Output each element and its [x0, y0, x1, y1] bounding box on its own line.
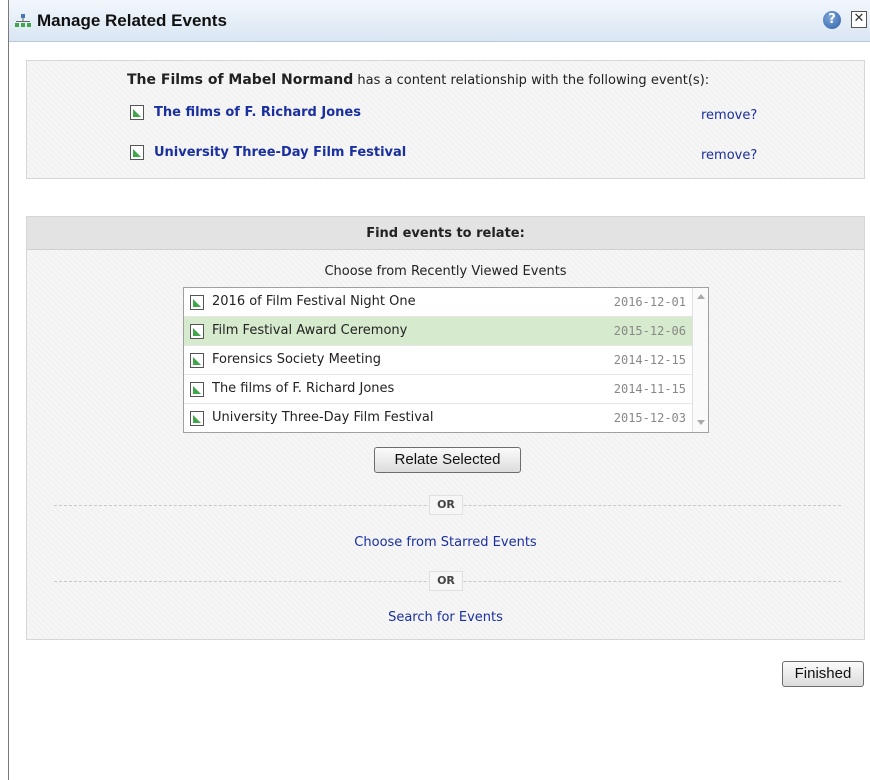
relationship-summary: The Films of Mabel Normand has a content… — [127, 72, 709, 88]
recent-events-listbox[interactable]: 2016 of Film Festival Night One 2016-12-… — [183, 287, 709, 433]
listbox-scrollbar[interactable] — [692, 288, 708, 432]
sitemap-icon — [15, 14, 31, 27]
relate-selected-button[interactable]: Relate Selected — [374, 447, 521, 473]
event-date: 2015-12-03 — [613, 411, 686, 425]
remove-related-event-link[interactable]: remove? — [701, 108, 757, 123]
scroll-down-arrow-icon[interactable] — [697, 420, 705, 425]
event-document-icon — [130, 145, 144, 160]
event-date: 2016-12-01 — [613, 295, 686, 309]
list-item[interactable]: Forensics Society Meeting 2014-12-15 — [184, 346, 692, 375]
event-document-icon — [190, 353, 204, 368]
help-icon[interactable]: ? — [823, 11, 841, 29]
relationship-description: has a content relationship with the foll… — [357, 73, 710, 88]
event-title: Film Festival Award Ceremony — [212, 323, 408, 338]
manage-related-events-dialog: Manage Related Events ? ✕ The Films of M… — [8, 0, 870, 780]
recent-events-label: Choose from Recently Viewed Events — [324, 264, 567, 279]
or-label: OR — [429, 495, 463, 515]
find-events-panel: Find events to relate: Choose from Recen… — [26, 216, 865, 640]
related-events-panel: The Films of Mabel Normand has a content… — [26, 60, 865, 179]
subject-event-title: The Films of Mabel Normand — [127, 72, 354, 88]
event-document-icon — [190, 411, 204, 426]
event-date: 2014-11-15 — [613, 382, 686, 396]
event-title: University Three-Day Film Festival — [212, 410, 434, 425]
list-item[interactable]: University Three-Day Film Festival 2015-… — [184, 404, 692, 432]
event-document-icon — [190, 295, 204, 310]
list-item[interactable]: The films of F. Richard Jones 2014-11-15 — [184, 375, 692, 404]
dialog-titlebar: Manage Related Events ? ✕ — [9, 0, 870, 42]
related-event-item: The films of F. Richard Jones — [130, 105, 361, 123]
event-document-icon — [130, 105, 144, 120]
find-events-header: Find events to relate: — [27, 217, 864, 250]
scroll-up-arrow-icon[interactable] — [697, 294, 705, 299]
event-document-icon — [190, 324, 204, 339]
choose-starred-events-link[interactable]: Choose from Starred Events — [354, 535, 536, 550]
dialog-title: Manage Related Events — [37, 11, 227, 30]
related-event-item: University Three-Day Film Festival — [130, 145, 406, 163]
related-event-link[interactable]: The films of F. Richard Jones — [154, 105, 361, 120]
event-date: 2015-12-06 — [613, 324, 686, 338]
search-events-row: Search for Events — [27, 610, 864, 625]
remove-related-event-link[interactable]: remove? — [701, 148, 757, 163]
list-item-selected[interactable]: Film Festival Award Ceremony 2015-12-06 — [184, 317, 692, 346]
starred-events-row: Choose from Starred Events — [27, 535, 864, 550]
event-document-icon — [190, 382, 204, 397]
event-title: The films of F. Richard Jones — [212, 381, 395, 396]
event-title: Forensics Society Meeting — [212, 352, 381, 367]
close-icon[interactable]: ✕ — [851, 11, 867, 28]
list-item[interactable]: 2016 of Film Festival Night One 2016-12-… — [184, 288, 692, 317]
or-label: OR — [429, 571, 463, 591]
finished-button[interactable]: Finished — [782, 661, 864, 687]
event-date: 2014-12-15 — [613, 353, 686, 367]
event-title: 2016 of Film Festival Night One — [212, 294, 416, 309]
search-for-events-link[interactable]: Search for Events — [388, 610, 503, 625]
related-event-link[interactable]: University Three-Day Film Festival — [154, 145, 406, 160]
